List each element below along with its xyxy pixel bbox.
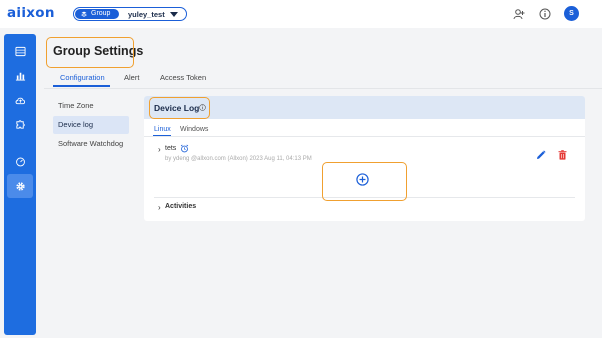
active-tab-indicator — [53, 85, 110, 87]
alarm-clock-icon — [180, 144, 189, 153]
rail-item-analytics[interactable] — [11, 66, 29, 84]
page-title: Group Settings — [53, 44, 144, 58]
log-entry-meta: by ydeng @allxon.com (Allxon) 2023 Aug 1… — [165, 156, 312, 162]
brand-logo[interactable]: aiixon — [7, 5, 55, 21]
left-rail — [4, 34, 36, 335]
log-entry-name[interactable]: tets — [165, 145, 176, 152]
menu-item-time-zone[interactable]: Time Zone — [53, 97, 129, 115]
layers-icon — [81, 11, 87, 17]
rail-item-plugins[interactable] — [11, 115, 29, 133]
add-circle-icon[interactable] — [356, 173, 369, 186]
menu-item-software-watchdog[interactable]: Software Watchdog — [53, 135, 129, 153]
tab-windows[interactable]: Windows — [180, 126, 208, 133]
info-icon[interactable] — [199, 104, 206, 111]
puzzle-icon — [15, 119, 25, 129]
add-user-icon[interactable] — [513, 8, 525, 20]
activities-toggle[interactable]: Activities — [165, 203, 196, 210]
dashboard-icon — [14, 46, 26, 56]
chevron-down-icon[interactable] — [170, 12, 178, 17]
header-divider — [44, 88, 602, 89]
cloud-upload-icon — [15, 97, 25, 104]
tab-configuration[interactable]: Configuration — [60, 73, 105, 82]
top-bar: aiixon Group yuley_test S — [0, 0, 602, 28]
info-icon[interactable] — [539, 8, 551, 20]
speed-icon — [15, 157, 25, 166]
group-name: yuley_test — [128, 10, 165, 19]
card-title: Device Log — [154, 103, 200, 113]
chart-icon — [15, 72, 25, 81]
card-header: Device Log — [144, 96, 585, 119]
menu-item-device-log[interactable]: Device log — [53, 116, 129, 134]
rail-item-settings[interactable] — [7, 174, 33, 198]
chevron-right-icon[interactable]: › — [158, 203, 161, 212]
rail-item-monitor[interactable] — [11, 152, 29, 170]
group-badge: Group — [75, 9, 119, 19]
chevron-right-icon[interactable]: › — [158, 145, 161, 154]
rail-item-dashboard[interactable] — [11, 42, 29, 60]
tab-access-token[interactable]: Access Token — [160, 73, 206, 82]
group-label: Group — [91, 10, 111, 17]
tab-linux[interactable]: Linux — [154, 126, 171, 133]
activities-divider — [154, 197, 575, 198]
os-tab-divider — [144, 136, 585, 137]
delete-icon[interactable] — [558, 150, 567, 160]
tab-alert[interactable]: Alert — [124, 73, 139, 82]
group-selector[interactable]: Group yuley_test — [73, 7, 187, 21]
edit-icon[interactable] — [536, 150, 546, 160]
rail-item-ota[interactable] — [11, 91, 29, 109]
device-log-card: Device Log Linux Windows › tets by ydeng… — [144, 96, 585, 221]
gear-icon — [15, 181, 25, 191]
avatar[interactable]: S — [564, 6, 579, 21]
